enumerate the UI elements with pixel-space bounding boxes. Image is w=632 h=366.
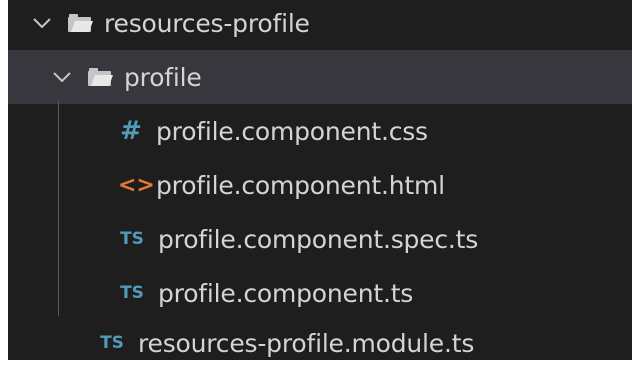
tree-file-profile-component-html[interactable]: <> profile.component.html xyxy=(8,158,632,212)
file-label: profile.component.ts xyxy=(158,278,414,308)
chevron-down-icon[interactable] xyxy=(48,63,76,91)
tree-file-profile-component-css[interactable]: # profile.component.css xyxy=(8,104,632,158)
tree-file-profile-component-spec-ts[interactable]: TS profile.component.spec.ts xyxy=(8,212,632,266)
file-label: profile.component.css xyxy=(156,116,428,146)
folder-label: profile xyxy=(124,62,202,92)
typescript-file-icon: TS xyxy=(120,283,144,303)
file-label: profile.component.spec.ts xyxy=(158,224,479,254)
folder-open-icon xyxy=(88,68,114,86)
typescript-file-icon: TS xyxy=(120,229,144,249)
file-label: profile.component.html xyxy=(156,170,445,200)
tree-file-profile-component-ts[interactable]: TS profile.component.ts xyxy=(8,266,632,320)
folder-label: resources-profile xyxy=(104,8,310,38)
folder-open-icon xyxy=(68,14,94,32)
typescript-file-icon: TS xyxy=(100,333,124,353)
tree-folder-profile[interactable]: profile xyxy=(8,50,632,104)
chevron-down-icon[interactable] xyxy=(28,9,56,37)
css-file-icon: # xyxy=(120,116,142,146)
tree-file-resources-profile-module-ts[interactable]: TS resources-profile.module.ts xyxy=(8,316,632,360)
tree-folder-resources-profile[interactable]: resources-profile xyxy=(8,0,632,50)
file-explorer-tree: resources-profile profile # profile.comp… xyxy=(8,0,632,360)
file-label: resources-profile.module.ts xyxy=(138,328,475,358)
html-file-icon: <> xyxy=(118,172,155,198)
